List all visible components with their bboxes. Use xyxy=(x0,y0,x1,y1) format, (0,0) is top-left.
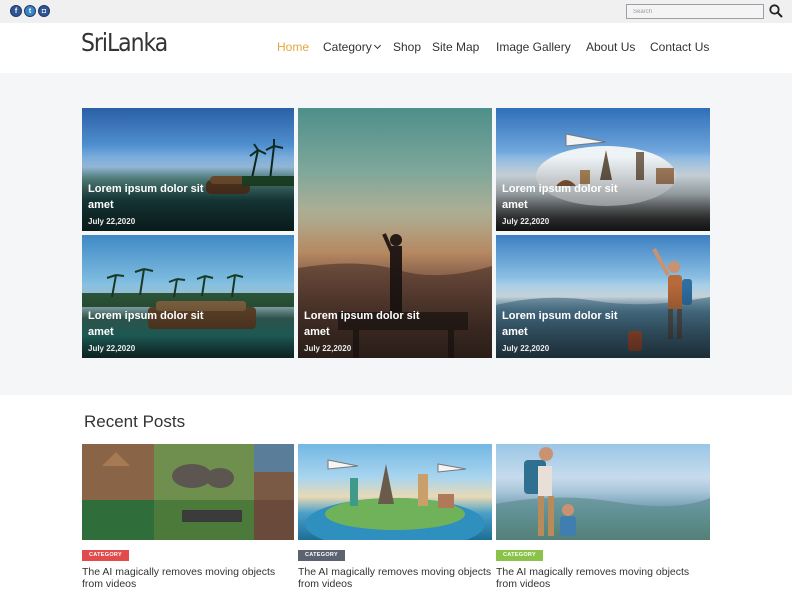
nav-category[interactable]: Category xyxy=(323,40,381,54)
instagram-icon[interactable]: ◘ xyxy=(38,5,50,17)
nav-contact-us-label: Contact Us xyxy=(650,40,710,54)
twitter-icon[interactable]: t xyxy=(24,5,36,17)
nav-site-map[interactable]: Site Map xyxy=(432,40,479,54)
collage-image xyxy=(82,444,294,540)
featured-card[interactable]: Lorem ipsum dolor sit amet July 22,2020 xyxy=(82,108,294,231)
recent-posts-heading: Recent Posts xyxy=(84,412,186,431)
nav-contact-us[interactable]: Contact Us xyxy=(650,40,709,54)
card-date: July 22,2020 xyxy=(88,344,136,353)
post-title[interactable]: The AI magically removes moving objects … xyxy=(496,566,696,590)
facebook-icon[interactable]: f xyxy=(10,5,22,17)
nav-site-map-label: Site Map xyxy=(432,40,480,54)
category-badge[interactable]: CATEGORY xyxy=(298,550,345,561)
post-title[interactable]: The AI magically removes moving objects … xyxy=(298,566,498,590)
card-date: July 22,2020 xyxy=(304,344,352,353)
featured-grid: Lorem ipsum dolor sit amet July 22,2020 … xyxy=(0,73,792,395)
card-date: July 22,2020 xyxy=(502,344,550,353)
card-title: Lorem ipsum dolor sit amet xyxy=(304,310,420,338)
featured-card[interactable]: Lorem ipsum dolor sit amet July 22,2020 xyxy=(298,108,492,358)
nav-image-gallery-label: Image Gallery xyxy=(496,40,571,54)
card-title: Lorem ipsum dolor sit amet xyxy=(88,183,204,211)
site-header: SriLanka Home Category Shop Site Map Ima… xyxy=(0,23,792,73)
post-title[interactable]: The AI magically removes moving objects … xyxy=(82,566,282,590)
card-date: July 22,2020 xyxy=(502,217,550,226)
category-badge[interactable]: CATEGORY xyxy=(82,550,129,561)
nav-about-us-label: About Us xyxy=(586,40,636,54)
featured-card[interactable]: Lorem ipsum dolor sit amet July 22,2020 xyxy=(496,235,710,358)
world-landmarks-image xyxy=(298,444,492,540)
nav-image-gallery[interactable]: Image Gallery xyxy=(496,40,571,54)
nav-category-label: Category xyxy=(323,40,372,54)
site-logo[interactable]: SriLanka xyxy=(81,28,168,57)
search-icon[interactable] xyxy=(769,4,783,18)
nav-shop-label: Shop xyxy=(393,40,422,54)
card-title: Lorem ipsum dolor sit amet xyxy=(502,310,618,338)
card-date: July 22,2020 xyxy=(88,217,136,226)
card-title: Lorem ipsum dolor sit amet xyxy=(502,183,618,211)
hikers-image xyxy=(496,444,710,540)
nav-home-label: Home xyxy=(277,40,310,54)
nav-shop[interactable]: Shop xyxy=(393,40,421,54)
chevron-down-icon xyxy=(373,41,381,50)
nav-about-us[interactable]: About Us xyxy=(586,40,635,54)
category-badge[interactable]: CATEGORY xyxy=(496,550,543,561)
featured-card[interactable]: Lorem ipsum dolor sit amet July 22,2020 xyxy=(496,108,710,231)
search-input[interactable] xyxy=(626,4,764,19)
featured-card[interactable]: Lorem ipsum dolor sit amet July 22,2020 xyxy=(82,235,294,358)
card-title: Lorem ipsum dolor sit amet xyxy=(88,310,204,338)
nav-home[interactable]: Home xyxy=(277,40,309,54)
top-bar: f t ◘ xyxy=(0,0,792,23)
